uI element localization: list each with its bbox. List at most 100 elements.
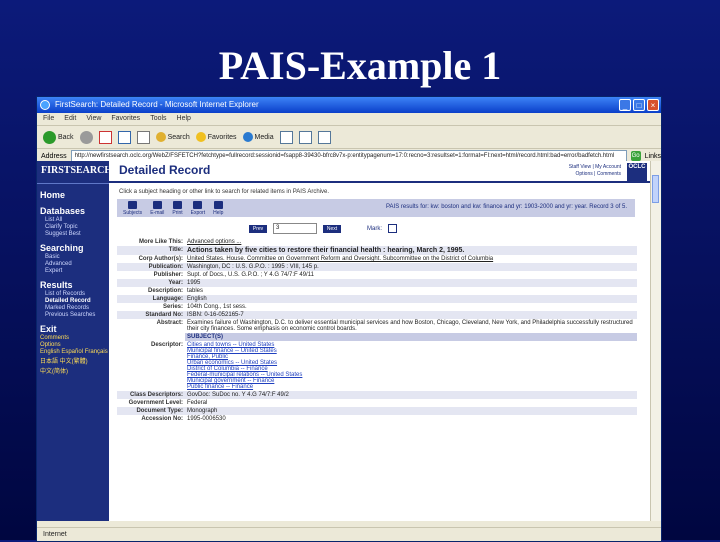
advanced-options-link[interactable]: Advanced options ... — [185, 238, 637, 246]
media-button[interactable]: Media — [242, 132, 274, 142]
menu-favorites[interactable]: Favorites — [111, 113, 140, 125]
sidebar-results[interactable]: Results — [40, 280, 106, 290]
sidebar-item-list-all[interactable]: List All — [45, 217, 109, 223]
field-label: Year: — [168, 280, 183, 286]
history-icon[interactable] — [279, 130, 293, 144]
field-label: Publication: — [148, 264, 183, 270]
mark-label: Mark: — [367, 225, 382, 232]
sidebar-item-previous-searches[interactable]: Previous Searches — [45, 312, 109, 318]
scrollbar-thumb[interactable] — [652, 175, 659, 203]
field-label: Government Level: — [128, 400, 183, 406]
field-label: Corp Author(s): — [138, 256, 183, 262]
print-button[interactable]: Print — [172, 200, 183, 216]
help-icon — [213, 200, 223, 209]
options-link[interactable]: Options | Comments — [569, 171, 621, 178]
sidebar-link-languages[interactable]: English Español Français — [40, 349, 109, 355]
sidebar-item-clarify-topic[interactable]: Clarify Topic — [45, 224, 109, 230]
links-label[interactable]: Links — [645, 153, 661, 160]
table-row: Title: Actions taken by five cities to r… — [117, 246, 637, 255]
favorites-label: Favorites — [207, 133, 237, 141]
go-button[interactable]: Go — [630, 151, 641, 161]
vertical-scrollbar[interactable] — [650, 161, 661, 521]
corp-author-link[interactable]: United States. House. Committee on Gover… — [185, 255, 637, 263]
subjects-button[interactable]: Subjects — [123, 200, 142, 216]
next-record-button[interactable]: Next — [323, 224, 341, 233]
record-number-input[interactable]: 3 — [273, 223, 317, 234]
table-row: Government Level: Federal — [117, 399, 637, 407]
table-row: Series: 104th Cong., 1st sess. — [117, 303, 637, 311]
record-table: More Like This: Advanced options ... Tit… — [117, 238, 637, 423]
table-row: More Like This: Advanced options ... — [117, 238, 637, 246]
browser-title: FirstSearch: Detailed Record - Microsoft… — [55, 100, 259, 109]
sidebar-item-expert[interactable]: Expert — [45, 268, 109, 274]
intro-text: Click a subject heading or other link to… — [119, 189, 329, 195]
sidebar-link-japanese-chinese[interactable]: 日本語 中文(繁體) — [40, 356, 109, 365]
subjects-heading: SUBJECT(S) — [185, 333, 637, 341]
menu-edit[interactable]: Edit — [64, 113, 76, 125]
print-label: Print — [172, 209, 183, 216]
back-button[interactable]: Back — [43, 130, 74, 144]
sidebar-item-suggest-best[interactable]: Suggest Best — [45, 231, 109, 237]
print-icon[interactable] — [317, 130, 331, 144]
menu-file[interactable]: File — [43, 113, 54, 125]
year-value: 1995 — [187, 280, 201, 286]
forward-arrow-icon[interactable] — [79, 130, 93, 144]
browser-titlebar: FirstSearch: Detailed Record - Microsoft… — [37, 97, 661, 113]
record-header: Detailed Record Staff View | My Account … — [109, 161, 651, 183]
export-button[interactable]: Export — [191, 200, 205, 216]
sidebar-link-chinese-simplified[interactable]: 中文(简体) — [40, 366, 109, 375]
field-label: Standard No: — [145, 312, 183, 318]
sidebar-home[interactable]: Home — [40, 190, 106, 200]
mail-icon[interactable] — [298, 130, 312, 144]
menu-view[interactable]: View — [86, 113, 101, 125]
sidebar-link-comments[interactable]: Comments — [40, 335, 109, 341]
staff-view-link[interactable]: Staff View | My Account — [569, 164, 621, 171]
mark-checkbox[interactable] — [388, 224, 397, 233]
sidebar-item-advanced[interactable]: Advanced — [45, 261, 109, 267]
sidebar-searching[interactable]: Searching — [40, 243, 106, 253]
home-icon[interactable] — [136, 130, 150, 144]
sidebar-item-list-of-records[interactable]: List of Records — [45, 291, 109, 297]
publication-value: Washington, DC : U.S. G.P.O. : 1995 : VI… — [187, 264, 319, 270]
menu-tools[interactable]: Tools — [150, 113, 166, 125]
stop-icon[interactable] — [98, 130, 112, 144]
search-label: Search — [167, 133, 190, 141]
back-label: Back — [58, 133, 74, 141]
sidebar-item-marked-records[interactable]: Marked Records — [45, 305, 109, 311]
favorites-button[interactable]: Favorites — [195, 132, 237, 142]
field-label: Description: — [147, 288, 183, 294]
descriptor-list: Cities and towns -- United States Munici… — [185, 341, 637, 391]
export-icon — [193, 200, 203, 209]
subjects-icon — [128, 200, 138, 209]
sidebar-item-basic[interactable]: Basic — [45, 254, 109, 260]
firstsearch-logo[interactable]: FIRSTSEARCH — [37, 161, 112, 184]
doc-type-value: Monograph — [187, 408, 218, 414]
sidebar-databases[interactable]: Databases — [40, 206, 106, 216]
prev-record-button[interactable]: Prev — [249, 224, 267, 233]
menu-help[interactable]: Help — [177, 113, 191, 125]
minimize-button[interactable]: _ — [619, 99, 631, 111]
field-label: Abstract: — [156, 320, 183, 326]
email-button[interactable]: E-mail — [150, 200, 164, 216]
search-button[interactable]: Search — [155, 132, 190, 142]
sidebar-link-options[interactable]: Options — [40, 342, 109, 348]
search-icon — [155, 132, 166, 142]
firstsearch-sidebar: FIRSTSEARCH Home Databases List All Clar… — [37, 161, 112, 521]
page-title: Detailed Record — [119, 163, 211, 177]
maximize-button[interactable]: □ — [633, 99, 645, 111]
table-row: Accession No: 1995-0006530 — [117, 415, 637, 423]
help-button[interactable]: Help — [213, 200, 223, 216]
field-label: Publisher: — [153, 272, 183, 278]
field-label: Title: — [168, 247, 183, 253]
print-icon — [173, 200, 182, 209]
close-button[interactable]: × — [647, 99, 659, 111]
sidebar-item-detailed-record[interactable]: Detailed Record — [45, 298, 109, 304]
slide-title: PAIS-Example 1 — [218, 43, 502, 88]
sidebar-exit[interactable]: Exit — [40, 324, 106, 334]
table-row: Publisher: Supt. of Docs., U.S. G.P.O. ;… — [117, 271, 637, 279]
record-pager: Prev 3 Next Mark: — [249, 223, 651, 234]
descriptor-link[interactable]: Public finance -- Finance — [187, 384, 635, 390]
table-row: Descriptor: Cities and towns -- United S… — [117, 341, 637, 391]
refresh-icon[interactable] — [117, 130, 131, 144]
back-arrow-icon — [43, 130, 56, 144]
